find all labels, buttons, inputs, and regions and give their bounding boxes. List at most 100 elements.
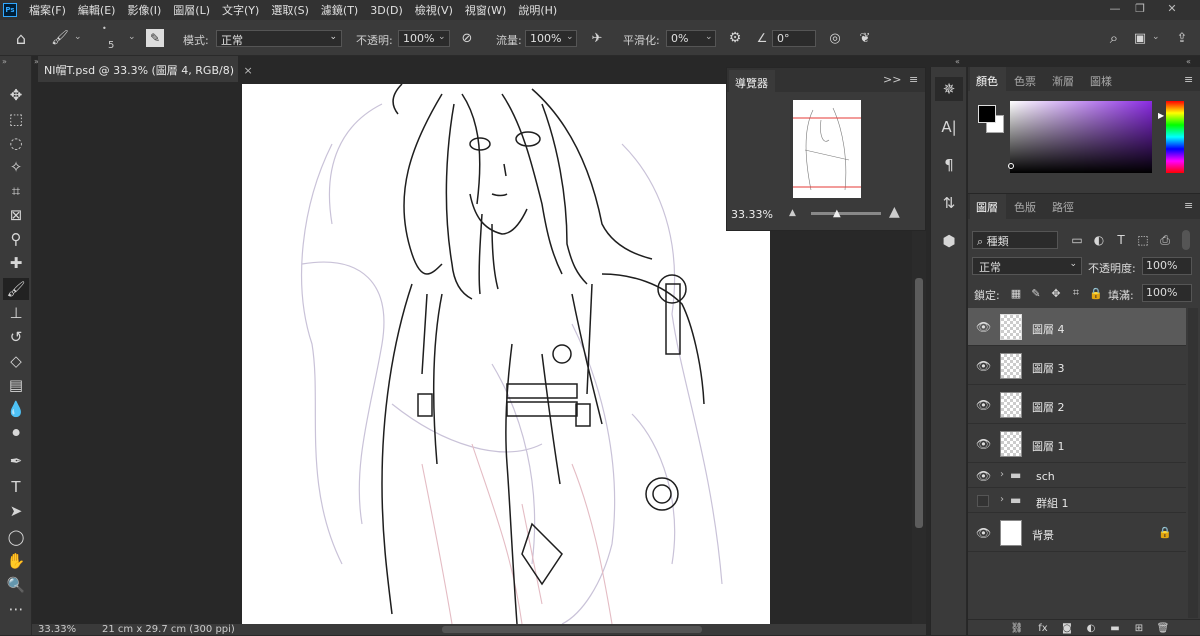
- layer-name[interactable]: sch: [1036, 470, 1055, 483]
- layer-row[interactable]: 👁 圖層 4: [968, 308, 1186, 346]
- document-canvas[interactable]: [242, 83, 770, 624]
- link-icon[interactable]: ⛓: [1008, 620, 1026, 636]
- status-zoom[interactable]: 33.33%: [38, 624, 76, 635]
- eye-icon[interactable]: 👁: [976, 359, 991, 373]
- symmetry-icon[interactable]: ❦: [856, 29, 874, 47]
- menu-layer[interactable]: 圖層(L): [167, 2, 216, 18]
- adjustment-icon[interactable]: ◐: [1082, 620, 1100, 636]
- group-row[interactable]: › ▬ 群組 1: [968, 489, 1186, 513]
- panel-menu-icon[interactable]: ≡: [1184, 73, 1193, 86]
- gear-icon[interactable]: ⚙: [726, 29, 744, 47]
- fill-input[interactable]: 100%: [1142, 284, 1192, 302]
- lock-artboard-icon[interactable]: ⌗: [1068, 285, 1084, 301]
- magic-wand-tool-icon[interactable]: ✧: [3, 156, 29, 178]
- angle-input[interactable]: 0°: [772, 30, 816, 47]
- eye-icon[interactable]: 👁: [976, 526, 991, 540]
- panel-menu-icon[interactable]: ≡: [1184, 199, 1193, 212]
- frame-tool-icon[interactable]: ⊠: [3, 204, 29, 226]
- brush-tool-icon[interactable]: 🖌: [3, 278, 29, 300]
- layer-name[interactable]: 群組 1: [1036, 495, 1069, 511]
- history-panel-icon[interactable]: ⇅: [935, 191, 963, 215]
- layer-row[interactable]: 👁 圖層 2: [968, 386, 1186, 424]
- navigator-zoom-value[interactable]: 33.33%: [731, 208, 773, 221]
- eraser-tool-icon[interactable]: ◇: [3, 350, 29, 372]
- chevron-down-icon[interactable]: ⌄: [438, 32, 446, 42]
- marquee-tool-icon[interactable]: ⬚: [3, 108, 29, 130]
- menu-type[interactable]: 文字(Y): [216, 2, 265, 18]
- hand-tool-icon[interactable]: ✋: [3, 550, 29, 572]
- new-layer-icon[interactable]: ⊞: [1130, 620, 1148, 636]
- lock-transparent-icon[interactable]: ▦: [1008, 285, 1024, 301]
- character-panel-icon[interactable]: A|: [935, 115, 963, 139]
- gradient-tool-icon[interactable]: ▤: [3, 374, 29, 396]
- filter-shape-icon[interactable]: ⬚: [1134, 231, 1152, 249]
- filter-toggle[interactable]: [1182, 230, 1190, 250]
- menu-select[interactable]: 選取(S): [265, 2, 315, 18]
- 3d-panel-icon[interactable]: ⬢: [935, 229, 963, 253]
- navigator-thumbnail[interactable]: [793, 100, 861, 198]
- lock-position-icon[interactable]: ✥: [1048, 285, 1064, 301]
- collapse-icon[interactable]: «: [955, 57, 960, 66]
- new-group-icon[interactable]: ▬: [1106, 620, 1124, 636]
- layer-name[interactable]: 圖層 3: [1032, 360, 1065, 376]
- close-tab-icon[interactable]: ×: [244, 64, 253, 77]
- pen-tool-icon[interactable]: ✒: [3, 450, 29, 472]
- zoom-slider[interactable]: [811, 212, 881, 215]
- collapse-icon[interactable]: »: [2, 57, 7, 66]
- paragraph-panel-icon[interactable]: ¶: [935, 153, 963, 177]
- lasso-tool-icon[interactable]: ◌: [3, 132, 29, 154]
- crop-tool-icon[interactable]: ⌗: [3, 180, 29, 202]
- expand-arrow-icon[interactable]: ›: [1000, 494, 1004, 505]
- blur-tool-icon[interactable]: 💧: [3, 398, 29, 420]
- share-icon[interactable]: ⇪: [1172, 28, 1192, 48]
- lock-all-icon[interactable]: 🔒: [1088, 285, 1104, 301]
- blend-mode-select[interactable]: 正常 ⌄: [972, 257, 1082, 275]
- type-tool-icon[interactable]: T: [3, 476, 29, 498]
- layer-name[interactable]: 圖層 2: [1032, 399, 1065, 415]
- move-tool-icon[interactable]: ✥: [3, 84, 29, 106]
- scrollbar-thumb[interactable]: [915, 278, 923, 528]
- fx-icon[interactable]: fx: [1034, 620, 1052, 636]
- eyedropper-tool-icon[interactable]: ⚲: [3, 228, 29, 250]
- layers-scrollbar[interactable]: [1188, 308, 1198, 618]
- lock-pixels-icon[interactable]: ✎: [1028, 285, 1044, 301]
- layer-row[interactable]: 👁 背景 🔒: [968, 514, 1186, 552]
- filter-pixel-icon[interactable]: ▭: [1068, 231, 1086, 249]
- layer-name[interactable]: 圖層 1: [1032, 438, 1065, 454]
- tab-swatches[interactable]: 色票: [1014, 73, 1036, 89]
- expand-arrow-icon[interactable]: ›: [1000, 469, 1004, 480]
- layer-name[interactable]: 背景: [1032, 527, 1054, 543]
- menu-window[interactable]: 視窗(W): [459, 2, 512, 18]
- expand-icon[interactable]: >>: [883, 73, 901, 86]
- horizontal-scrollbar[interactable]: [442, 626, 702, 633]
- document-tab[interactable]: NI帽T.psd @ 33.3% (圖層 4, RGB/8) ×: [38, 56, 253, 82]
- minimize-button[interactable]: —: [1103, 2, 1127, 18]
- tab-paths[interactable]: 路徑: [1052, 199, 1074, 215]
- tab-channels[interactable]: 色版: [1014, 199, 1036, 215]
- hue-slider-marker[interactable]: ▶: [1158, 111, 1164, 120]
- navigator-panel-icon[interactable]: ✵: [935, 77, 963, 101]
- filter-type-icon[interactable]: T: [1112, 231, 1130, 249]
- home-icon[interactable]: ⌂: [10, 28, 32, 48]
- layer-row[interactable]: 👁 圖層 3: [968, 347, 1186, 385]
- brush-preset-icon[interactable]: 🖌: [50, 28, 70, 48]
- restore-button[interactable]: ❐: [1128, 2, 1152, 18]
- close-window-button[interactable]: ✕: [1160, 2, 1184, 18]
- menu-help[interactable]: 說明(H): [512, 2, 563, 18]
- chevron-down-icon[interactable]: ⌄: [566, 32, 574, 42]
- airbrush-icon[interactable]: ✈: [588, 29, 606, 47]
- menu-filter[interactable]: 濾鏡(T): [315, 2, 364, 18]
- history-brush-tool-icon[interactable]: ↺: [3, 326, 29, 348]
- zoom-out-icon[interactable]: ▲: [789, 208, 796, 218]
- tab-patterns[interactable]: 圖樣: [1090, 73, 1112, 89]
- zoom-in-icon[interactable]: ▲: [889, 204, 900, 220]
- healing-brush-tool-icon[interactable]: ✚: [3, 252, 29, 274]
- zoom-tool-icon[interactable]: 🔍: [3, 574, 29, 596]
- color-field[interactable]: [1010, 101, 1152, 173]
- panel-menu-icon[interactable]: ≡: [909, 73, 918, 86]
- filter-smart-object-icon[interactable]: ⎙: [1156, 231, 1174, 249]
- eye-icon[interactable]: 👁: [976, 437, 991, 451]
- trash-icon[interactable]: 🗑: [1154, 620, 1172, 636]
- more-tools-icon[interactable]: ⋯: [3, 598, 29, 620]
- color-picker-cursor[interactable]: [1008, 163, 1014, 169]
